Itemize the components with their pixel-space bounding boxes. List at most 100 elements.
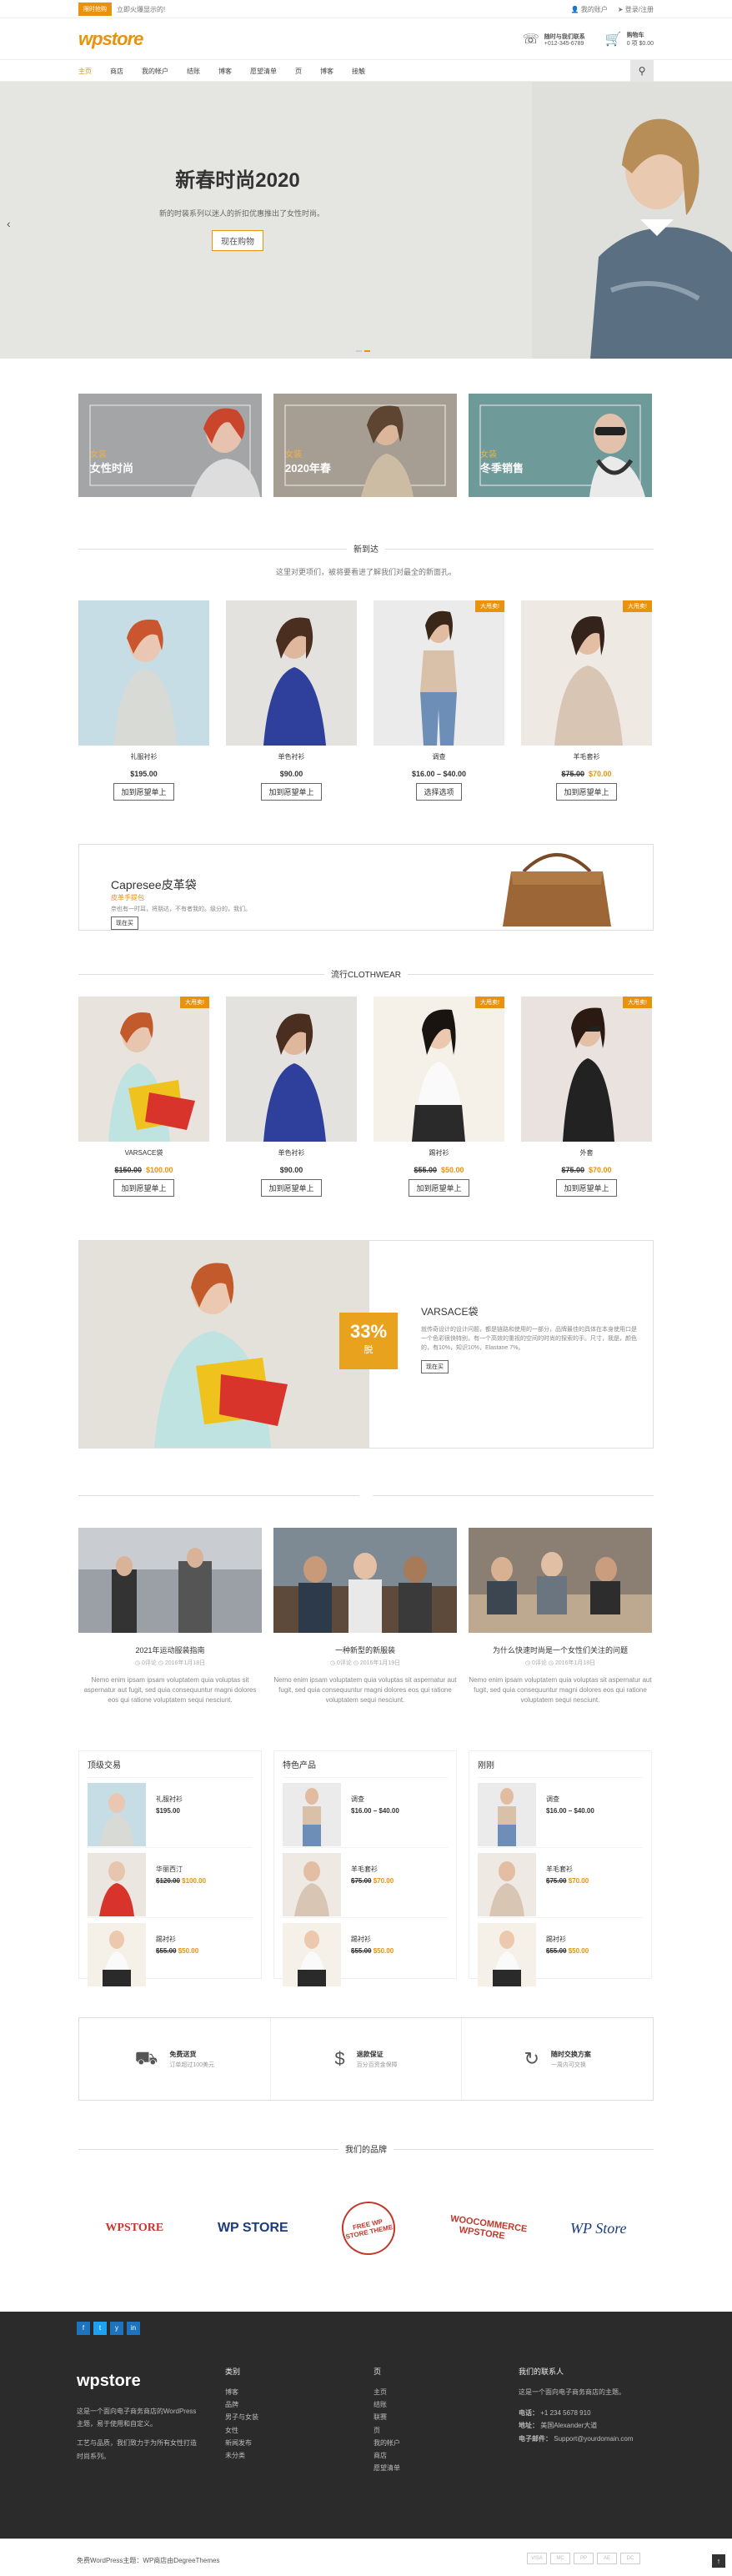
login-link[interactable]: ➤ 登录/注册 bbox=[618, 5, 654, 14]
product-image[interactable]: 大甩卖! bbox=[521, 997, 652, 1142]
brand-logo[interactable]: FREE WP STORE THEME bbox=[337, 2197, 401, 2260]
widget-thumb[interactable] bbox=[283, 1923, 341, 1986]
widget-item-name[interactable]: 调查 bbox=[546, 1795, 594, 1804]
footer-link[interactable]: 联赛 bbox=[374, 2411, 400, 2423]
footer-link[interactable]: 品牌 bbox=[225, 2398, 258, 2411]
category-womens-fashion[interactable]: 女装 女性时尚 bbox=[78, 394, 262, 497]
add-to-wishlist-button[interactable]: 加到愿望单上 bbox=[113, 783, 174, 801]
category-spring-2020[interactable]: 女装 2020年春 bbox=[273, 394, 457, 497]
product-card[interactable]: 大甩卖! 外套 $75.00 $70.00 加到愿望单上 bbox=[521, 997, 652, 1197]
add-to-wishlist-button[interactable]: 加到愿望单上 bbox=[261, 783, 322, 801]
widget-thumb[interactable] bbox=[88, 1923, 146, 1986]
product-card[interactable]: 单色衬衫 $90.00 加到愿望单上 bbox=[226, 600, 357, 801]
brand-logo[interactable]: WP STORE bbox=[218, 2221, 288, 2236]
widget-item-name[interactable]: 调查 bbox=[351, 1795, 399, 1804]
product-card[interactable]: 大甩卖! VARSACE袋 $150.00 $100.00 加到愿望单上 bbox=[78, 997, 209, 1197]
product-image[interactable] bbox=[78, 600, 209, 746]
nav-checkout[interactable]: 结账 bbox=[187, 67, 200, 76]
widget-item-name[interactable]: 踢衬衫 bbox=[351, 1935, 394, 1944]
product-image[interactable] bbox=[226, 600, 357, 746]
footer-link[interactable]: 结账 bbox=[374, 2398, 400, 2411]
brand-logo[interactable]: WOOCOMMERCE WPSTORE bbox=[449, 2214, 529, 2243]
product-name[interactable]: 单色衬衫 bbox=[226, 1148, 357, 1157]
widget-thumb[interactable] bbox=[283, 1853, 341, 1916]
nav-shop[interactable]: 商店 bbox=[110, 67, 123, 76]
footer-link[interactable]: 博客 bbox=[225, 2386, 258, 2398]
widget-item-name[interactable]: 礼服衬衫 bbox=[156, 1795, 183, 1804]
widget-thumb[interactable] bbox=[88, 1783, 146, 1846]
widget-item[interactable]: 羊毛套衫 $75.00 $70.00 bbox=[478, 1847, 643, 1917]
add-to-wishlist-button[interactable]: 加到愿望单上 bbox=[261, 1179, 322, 1197]
post-image[interactable] bbox=[273, 1528, 457, 1633]
youtube-icon[interactable]: y bbox=[110, 2322, 123, 2335]
widget-item-name[interactable]: 华丽西汀 bbox=[156, 1865, 206, 1874]
product-name[interactable]: 外套 bbox=[521, 1148, 652, 1157]
footer-link[interactable]: 男子与女装 bbox=[225, 2411, 258, 2423]
widget-item[interactable]: 调查 $16.00 – $40.00 bbox=[478, 1777, 643, 1847]
blog-post[interactable]: 2021年运动服装指南 ◷ 0评论 ◷ 2016年1月18日 Nemo enim… bbox=[78, 1528, 262, 1705]
footer-logo[interactable]: wpstore bbox=[77, 2365, 202, 2397]
widget-item[interactable]: 踢衬衫 $55.00 $50.00 bbox=[88, 1917, 253, 1987]
post-title[interactable]: 2021年运动服装指南 bbox=[78, 1645, 262, 1655]
widget-item-name[interactable]: 踢衬衫 bbox=[156, 1935, 198, 1944]
nav-blog[interactable]: 博客 bbox=[218, 67, 232, 76]
widget-thumb[interactable] bbox=[478, 1923, 536, 1986]
twitter-icon[interactable]: t bbox=[93, 2322, 107, 2335]
footer-link[interactable]: 我的帐户 bbox=[374, 2437, 400, 2449]
category-winter-sale[interactable]: 女装 冬季销售 bbox=[469, 394, 652, 497]
site-logo[interactable]: wpstore bbox=[78, 28, 143, 50]
widget-thumb[interactable] bbox=[88, 1853, 146, 1916]
product-name[interactable]: 踢衬衫 bbox=[374, 1148, 504, 1157]
post-title[interactable]: 为什么快速时尚是一个女性们关注的问题 bbox=[469, 1645, 652, 1655]
product-card[interactable]: 单色衬衫 $90.00 加到愿望单上 bbox=[226, 997, 357, 1197]
nav-pages[interactable]: 页 bbox=[295, 67, 302, 76]
product-name[interactable]: 调查 bbox=[374, 752, 504, 761]
post-title[interactable]: 一种新型的新服装 bbox=[273, 1645, 457, 1655]
product-name[interactable]: 单色衬衫 bbox=[226, 752, 357, 761]
nav-contact[interactable]: 接触 bbox=[352, 67, 365, 76]
product-name[interactable]: 礼服衬衫 bbox=[78, 752, 209, 761]
shop-now-button[interactable]: 现在购物 bbox=[212, 230, 263, 251]
nav-account[interactable]: 我的帐户 bbox=[142, 67, 168, 76]
widget-item[interactable]: 踢衬衫 $55.00 $50.00 bbox=[478, 1917, 643, 1987]
widget-thumb[interactable] bbox=[478, 1853, 536, 1916]
post-image[interactable] bbox=[78, 1528, 262, 1633]
widget-item-name[interactable]: 踢衬衫 bbox=[546, 1935, 589, 1944]
product-card[interactable]: 大甩卖! 调查 $16.00 – $40.00 选择选项 bbox=[374, 600, 504, 801]
product-image[interactable]: 大甩卖! bbox=[78, 997, 209, 1142]
product-name[interactable]: VARSACE袋 bbox=[78, 1148, 209, 1157]
back-to-top-button[interactable]: ↑ bbox=[712, 2554, 725, 2568]
blog-post[interactable]: 一种新型的新服装 ◷ 0评论 ◷ 2016年1月19日 Nemo enim ip… bbox=[273, 1528, 457, 1705]
footer-link[interactable]: 女性 bbox=[225, 2424, 258, 2437]
product-image[interactable]: 大甩卖! bbox=[374, 997, 504, 1142]
brand-logo[interactable]: WPSTORE bbox=[105, 2222, 163, 2235]
footer-link[interactable]: 新闻发布 bbox=[225, 2437, 258, 2449]
add-to-wishlist-button[interactable]: 加到愿望单上 bbox=[556, 783, 617, 801]
product-name[interactable]: 羊毛套衫 bbox=[521, 752, 652, 761]
add-to-wishlist-button[interactable]: 加到愿望单上 bbox=[409, 1179, 469, 1197]
footer-link[interactable]: 未分类 bbox=[225, 2449, 258, 2462]
footer-link[interactable]: 商店 bbox=[374, 2449, 400, 2462]
product-image[interactable] bbox=[226, 997, 357, 1142]
slider-dot-active[interactable] bbox=[364, 350, 370, 352]
widget-item[interactable]: 调查 $16.00 – $40.00 bbox=[283, 1777, 448, 1847]
widget-item[interactable]: 羊毛套衫 $75.00 $70.00 bbox=[283, 1847, 448, 1917]
email-value[interactable]: Support@yourdomain.com bbox=[554, 2435, 633, 2443]
product-image[interactable]: 大甩卖! bbox=[521, 600, 652, 746]
product-card[interactable]: 大甩卖! 羊毛套衫 $75.00 $70.00 加到愿望单上 bbox=[521, 600, 652, 801]
add-to-wishlist-button[interactable]: 加到愿望单上 bbox=[113, 1179, 174, 1197]
nav-blog-2[interactable]: 博客 bbox=[320, 67, 333, 76]
footer-link[interactable]: 主页 bbox=[374, 2386, 400, 2398]
widget-item[interactable]: 礼服衬衫 $195.00 bbox=[88, 1777, 253, 1847]
product-image[interactable]: 大甩卖! bbox=[374, 600, 504, 746]
post-image[interactable] bbox=[469, 1528, 652, 1633]
account-link[interactable]: 👤 我的账户 bbox=[571, 5, 608, 14]
buy-now-button[interactable]: 现在买 bbox=[111, 916, 138, 930]
search-button[interactable]: ⚲ bbox=[630, 60, 654, 82]
widget-item[interactable]: 华丽西汀 $120.00 $100.00 bbox=[88, 1847, 253, 1917]
widget-item[interactable]: 踢衬衫 $55.00 $50.00 bbox=[283, 1917, 448, 1987]
blog-post[interactable]: 为什么快速时尚是一个女性们关注的问题 ◷ 0评论 ◷ 2016年1月18日 Ne… bbox=[469, 1528, 652, 1705]
nav-wishlist[interactable]: 愿望清单 bbox=[250, 67, 277, 76]
brand-logo[interactable]: WP Store bbox=[570, 2220, 627, 2237]
select-options-button[interactable]: 选择选项 bbox=[416, 783, 462, 801]
